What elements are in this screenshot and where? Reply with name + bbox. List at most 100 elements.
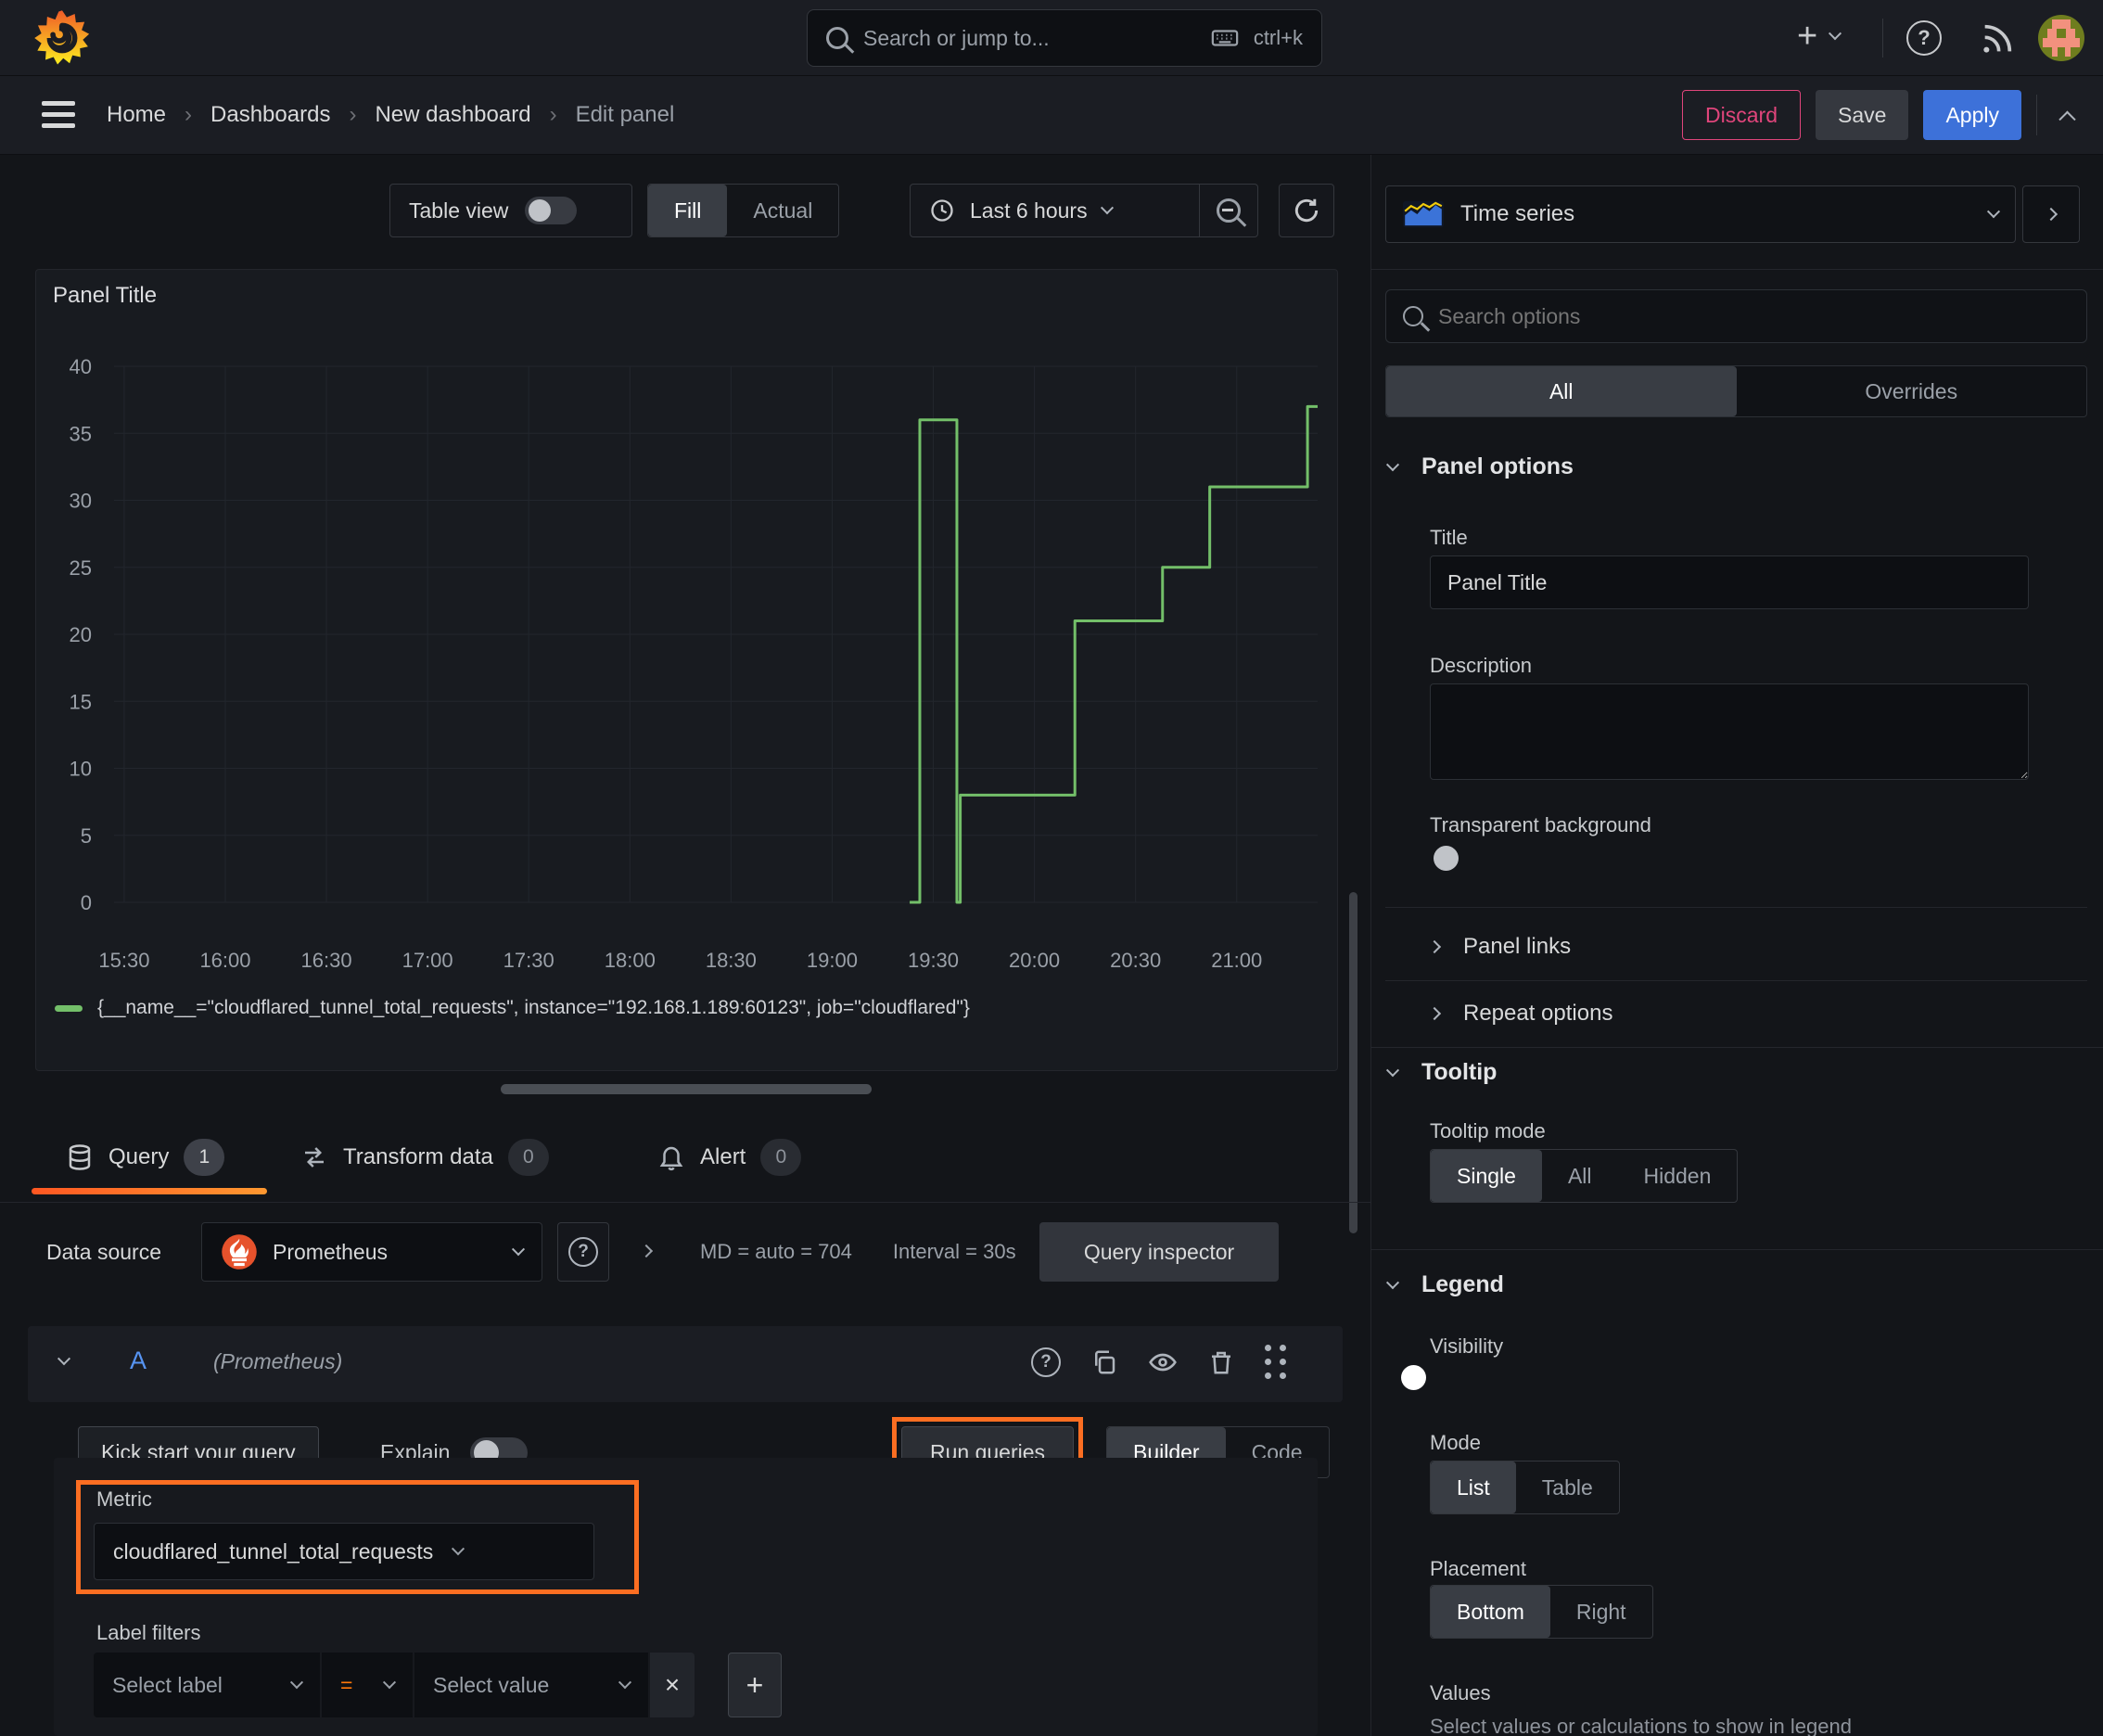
operator-dropdown[interactable]: = — [322, 1653, 413, 1717]
question-icon: ? — [1918, 26, 1931, 49]
avatar[interactable] — [2038, 15, 2084, 61]
tooltip-title: Tooltip — [1421, 1059, 1498, 1085]
chevron-down-icon — [1986, 205, 2001, 219]
zoom-out-button[interactable] — [1200, 198, 1257, 223]
legend-right-option[interactable]: Right — [1550, 1586, 1652, 1638]
tab-overrides[interactable]: Overrides — [1737, 366, 2087, 416]
y-axis-tick: 30 — [70, 490, 92, 513]
time-range-label: Last 6 hours — [970, 198, 1088, 223]
chevron-right-icon — [1427, 939, 1442, 954]
x-axis-tick: 16:30 — [301, 949, 352, 972]
menu-toggle-button[interactable] — [42, 101, 75, 128]
x-axis-tick: 17:00 — [402, 949, 453, 972]
drag-handle-icon[interactable] — [1265, 1345, 1287, 1379]
panel-options-header[interactable]: Panel options — [1385, 453, 1574, 480]
toggle-viz-picker-button[interactable] — [2022, 185, 2080, 243]
delete-query-icon[interactable] — [1207, 1348, 1235, 1376]
time-series-chart[interactable]: 0 5 10 15 20 25 30 35 40 15:30 16:00 16:30 17:00 17:3… — [36, 270, 1337, 1070]
select-value-dropdown[interactable]: Select value — [414, 1653, 648, 1717]
global-search[interactable]: ctrl+k — [807, 9, 1322, 67]
legend-header[interactable]: Legend — [1385, 1271, 1504, 1298]
tooltip-single-option[interactable]: Single — [1431, 1150, 1542, 1202]
duplicate-icon[interactable] — [1090, 1348, 1118, 1376]
x-axis-tick: 21:00 — [1211, 949, 1262, 972]
tab-alert-count: 0 — [760, 1139, 802, 1176]
chart-legend[interactable]: {__name__="cloudflared_tunnel_total_requ… — [55, 997, 970, 1019]
add-filter-button[interactable]: + — [728, 1653, 782, 1717]
datasource-select[interactable]: Prometheus — [201, 1222, 542, 1282]
query-row-header[interactable]: A (Prometheus) ? — [28, 1326, 1343, 1402]
tab-alert[interactable]: Alert 0 — [657, 1127, 802, 1188]
datasource-help-button[interactable]: ? — [557, 1222, 609, 1282]
chevron-down-icon — [618, 1676, 632, 1690]
x-axis-tick: 18:00 — [605, 949, 656, 972]
new-menu-button[interactable]: + — [1797, 19, 1842, 54]
repeat-options-header[interactable]: Repeat options — [1427, 988, 1612, 1040]
description-label: Description — [1430, 654, 1533, 677]
metric-annotation — [76, 1480, 639, 1594]
search-input[interactable] — [863, 25, 1196, 51]
transform-icon — [305, 1147, 324, 1168]
news-button[interactable] — [1979, 20, 2016, 63]
tab-transform[interactable]: Transform data 0 — [300, 1127, 549, 1188]
visualization-picker[interactable]: Time series — [1385, 185, 2016, 243]
breadcrumb-home[interactable]: Home — [107, 102, 166, 128]
y-axis-tick: 5 — [81, 824, 92, 848]
panel-resize-handle[interactable] — [501, 1084, 872, 1094]
help-button[interactable]: ? — [1906, 20, 1942, 56]
chevron-down-icon — [1385, 1275, 1400, 1289]
description-textarea[interactable] — [1430, 683, 2029, 780]
x-axis-tick: 17:30 — [503, 949, 554, 972]
breadcrumb-dashboards[interactable]: Dashboards — [210, 102, 330, 128]
chevron-down-icon — [1385, 457, 1400, 471]
apply-button[interactable]: Apply — [1923, 90, 2021, 140]
label-filters-label: Label filters — [96, 1621, 201, 1644]
tab-all[interactable]: All — [1386, 366, 1737, 416]
fill-option[interactable]: Fill — [648, 185, 728, 236]
legend-list-option[interactable]: List — [1431, 1462, 1516, 1513]
query-options-expand-icon[interactable] — [639, 1244, 654, 1258]
panel-links-header[interactable]: Panel links — [1427, 921, 1571, 973]
legend-bottom-option[interactable]: Bottom — [1431, 1586, 1550, 1638]
legend-series-label: {__name__="cloudflared_tunnel_total_requ… — [97, 997, 970, 1018]
search-options-box[interactable] — [1385, 289, 2087, 343]
time-series-viz-icon — [1403, 200, 1444, 228]
tooltip-header[interactable]: Tooltip — [1385, 1059, 1498, 1086]
chevron-down-icon — [511, 1243, 526, 1257]
panel-title-input[interactable] — [1430, 555, 2029, 609]
datasource-value: Prometheus — [273, 1239, 389, 1264]
save-button[interactable]: Save — [1816, 90, 1909, 140]
search-options-input[interactable] — [1438, 303, 2070, 329]
hide-response-icon[interactable] — [1148, 1347, 1178, 1377]
tooltip-hidden-option[interactable]: Hidden — [1618, 1150, 1738, 1202]
discard-button[interactable]: Discard — [1682, 90, 1802, 140]
collapse-header-button[interactable] — [2058, 110, 2076, 128]
query-help-icon[interactable]: ? — [1031, 1347, 1061, 1377]
top-nav-bar: ctrl+k + ? — [0, 0, 2103, 76]
select-label-dropdown[interactable]: Select label — [94, 1653, 320, 1717]
remove-filter-button[interactable]: × — [650, 1653, 695, 1717]
legend-table-option[interactable]: Table — [1516, 1462, 1619, 1513]
left-pane-scrollbar[interactable] — [1349, 892, 1357, 1233]
query-options-summary[interactable]: MD = auto = 704 Interval = 30s — [700, 1222, 1016, 1282]
y-axis-tick: 35 — [70, 422, 92, 445]
chevron-down-icon — [382, 1676, 397, 1690]
tab-query[interactable]: Query 1 — [66, 1127, 225, 1188]
query-collapse-icon[interactable] — [57, 1352, 71, 1366]
chevron-right-icon — [2044, 207, 2058, 222]
grafana-logo-icon[interactable] — [33, 9, 91, 67]
time-range-button[interactable]: Last 6 hours — [911, 198, 1199, 223]
actual-option[interactable]: Actual — [727, 185, 838, 236]
panel-preview: Panel Title 0 5 10 15 20 25 30 35 40 15:30 16:00 16… — [35, 269, 1338, 1071]
refresh-button[interactable] — [1279, 184, 1334, 237]
y-axis-tick: 10 — [70, 758, 92, 781]
legend-values-label: Values — [1430, 1681, 1491, 1704]
breadcrumb-new-dashboard[interactable]: New dashboard — [375, 102, 530, 128]
active-tab-underline — [32, 1188, 267, 1194]
table-view-toggle[interactable] — [525, 197, 578, 224]
y-axis-tick: 40 — [70, 355, 92, 378]
query-inspector-button[interactable]: Query inspector — [1039, 1222, 1279, 1282]
tooltip-all-option[interactable]: All — [1542, 1150, 1618, 1202]
interval: Interval = 30s — [892, 1240, 1016, 1263]
y-axis-tick: 25 — [70, 556, 92, 580]
